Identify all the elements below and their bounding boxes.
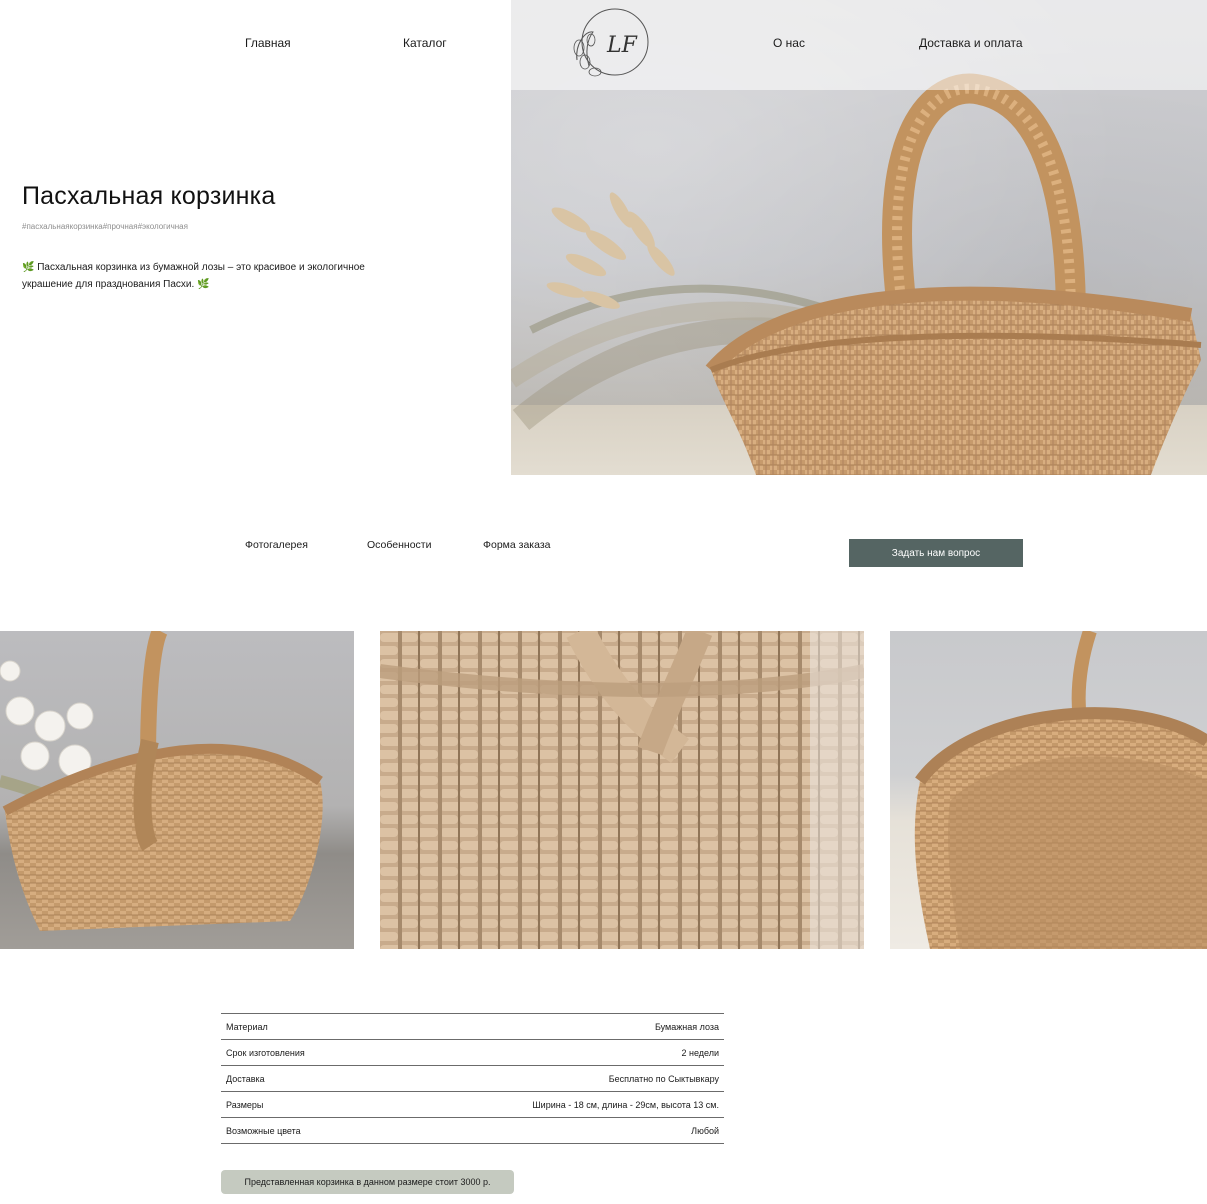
tab-features[interactable]: Особенности <box>367 539 431 551</box>
spec-value: Бумажная лоза <box>377 1013 724 1040</box>
logo-monogram: LF <box>606 33 638 58</box>
spec-value: Ширина - 18 см, длина - 29см, высота 13 … <box>377 1091 724 1118</box>
product-description: 🌿 Пасхальная корзинка из бумажной лозы –… <box>22 259 442 293</box>
gallery-photo-1[interactable] <box>0 631 354 949</box>
table-row: Возможные цвета Любой <box>221 1117 724 1144</box>
nav-about-link[interactable]: О нас <box>773 36 805 50</box>
tab-order-form[interactable]: Форма заказа <box>483 539 551 551</box>
table-row: Доставка Бесплатно по Сыктывкару <box>221 1065 724 1092</box>
nav-home-link[interactable]: Главная <box>245 36 291 50</box>
spec-value: Любой <box>377 1117 724 1144</box>
nav-delivery-link[interactable]: Доставка и оплата <box>919 36 1023 50</box>
leaf-icon: 🌿 <box>22 262 35 273</box>
description-line-2: украшение для празднования Пасхи. <box>22 279 195 290</box>
specifications-table: Материал Бумажная лоза Срок изготовления… <box>221 1013 724 1144</box>
spec-label: Возможные цвета <box>221 1117 378 1144</box>
spec-label: Материал <box>221 1013 378 1040</box>
ask-question-button[interactable]: Задать нам вопрос <box>849 539 1023 567</box>
product-tags: #пасхальнаякорзинка#прочная#экологичная <box>22 222 188 231</box>
product-title: Пасхальная корзинка <box>22 182 276 210</box>
spec-value: 2 недели <box>377 1039 724 1066</box>
price-note-badge: Представленная корзинка в данном размере… <box>221 1170 514 1194</box>
table-row: Срок изготовления 2 недели <box>221 1039 724 1066</box>
tab-photo-gallery[interactable]: Фотогалерея <box>245 539 308 551</box>
spec-label: Доставка <box>221 1065 378 1092</box>
spec-label: Срок изготовления <box>221 1039 378 1066</box>
brand-logo[interactable]: LF <box>565 0 657 86</box>
leaf-icon: 🌿 <box>197 279 210 290</box>
table-row: Размеры Ширина - 18 см, длина - 29см, вы… <box>221 1091 724 1118</box>
gallery-photo-2[interactable] <box>380 631 864 949</box>
table-row: Материал Бумажная лоза <box>221 1013 724 1040</box>
description-line-1: Пасхальная корзинка из бумажной лозы – э… <box>37 262 365 273</box>
spec-label: Размеры <box>221 1091 378 1118</box>
nav-catalog-link[interactable]: Каталог <box>403 36 447 50</box>
spec-value: Бесплатно по Сыктывкару <box>377 1065 724 1092</box>
gallery-photo-3[interactable] <box>890 631 1207 949</box>
